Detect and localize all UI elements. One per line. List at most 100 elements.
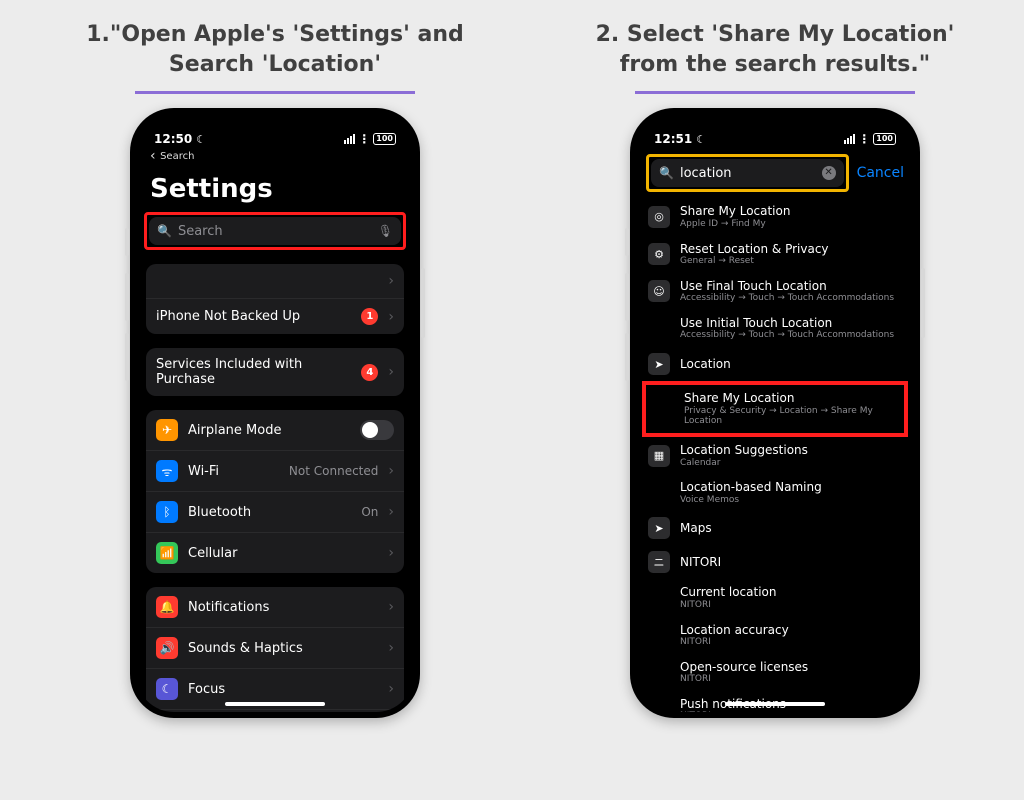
wifi-icon: ᯤ: [156, 460, 178, 482]
sounds-label: Sounds & Haptics: [188, 641, 378, 656]
result-title: NITORI: [680, 555, 721, 569]
nitori-icon: ニ: [648, 551, 670, 573]
notif-group: 🔔 Notifications › 🔊 Sounds & Haptics › ☾…: [146, 587, 404, 712]
result-row[interactable]: Use Initial Touch Location Accessibility…: [636, 310, 914, 347]
bluetooth-icon: ᛒ: [156, 501, 178, 523]
clear-icon[interactable]: ✕: [822, 166, 836, 180]
step-1-title: 1."Open Apple's 'Settings' and Search 'L…: [60, 20, 490, 85]
cellular-icon: 📶: [156, 542, 178, 564]
phone-2-screen: 12:51 ☾ ⋮ 100 🔍 location ✕: [636, 114, 914, 712]
spacer-icon: [652, 398, 674, 420]
result-row[interactable]: ☺ Use Final Touch Location Accessibility…: [636, 273, 914, 310]
result-row[interactable]: Location-based Naming Voice Memos: [636, 474, 914, 511]
result-row[interactable]: Open-source licenses NITORI: [636, 654, 914, 691]
result-row[interactable]: Location accuracy NITORI: [636, 617, 914, 654]
account-row[interactable]: ›: [146, 264, 404, 298]
airplane-row[interactable]: ✈ Airplane Mode: [146, 410, 404, 450]
step-1-title-line1: 1."Open Apple's 'Settings' and: [80, 20, 470, 50]
wifi-icon: ⋮: [358, 132, 370, 146]
result-subtitle: Voice Memos: [680, 495, 822, 506]
result-subtitle: NITORI: [680, 600, 777, 611]
result-title: Use Initial Touch Location: [680, 316, 894, 330]
bluetooth-label: Bluetooth: [188, 505, 351, 520]
phone-1-frame: 12:50 ☾ ⋮ 100 Search Settings 🔍 Search: [130, 108, 420, 718]
result-title: Location Suggestions: [680, 443, 808, 457]
network-group: ✈ Airplane Mode ᯤ Wi-Fi Not Connected › …: [146, 410, 404, 573]
result-row[interactable]: ▦ Location Suggestions Calendar: [636, 437, 914, 474]
spacer-icon: [648, 587, 670, 609]
home-indicator[interactable]: [725, 702, 825, 706]
result-title: Current location: [680, 585, 777, 599]
chevron-right-icon: ›: [388, 273, 394, 289]
result-subtitle: Accessibility → Touch → Touch Accommodat…: [680, 293, 894, 304]
highlight-search-field: 🔍 location ✕: [646, 154, 849, 192]
wifi-row[interactable]: ᯤ Wi-Fi Not Connected ›: [146, 450, 404, 491]
home-indicator[interactable]: [225, 702, 325, 706]
result-title: Use Final Touch Location: [680, 279, 894, 293]
result-title: Location: [680, 357, 731, 371]
focus-moon-icon: ☾: [196, 133, 206, 146]
alerts-group: › iPhone Not Backed Up 1 ›: [146, 264, 404, 334]
airplane-icon: ✈: [156, 419, 178, 441]
backup-alert-label: iPhone Not Backed Up: [156, 309, 351, 324]
notifications-label: Notifications: [188, 600, 378, 615]
result-subtitle: Calendar: [680, 458, 808, 469]
mic-icon[interactable]: 🎙: [378, 224, 393, 238]
status-bar: 12:51 ☾ ⋮ 100: [636, 114, 914, 148]
chevron-right-icon: ›: [388, 463, 394, 479]
result-row-share-my-location[interactable]: Share My Location Privacy & Security → L…: [646, 385, 904, 433]
spacer-icon: [648, 661, 670, 683]
chevron-right-icon: ›: [388, 640, 394, 656]
step-1: 1."Open Apple's 'Settings' and Search 'L…: [60, 20, 490, 718]
search-row: 🔍 location ✕ Cancel: [646, 154, 904, 192]
calendar-icon: ▦: [648, 445, 670, 467]
cancel-button[interactable]: Cancel: [857, 165, 904, 181]
screentime-row[interactable]: ⏳ Screen Time ›: [146, 709, 404, 712]
chevron-right-icon: ›: [388, 364, 394, 380]
highlight-search-field: 🔍 Search 🎙: [144, 212, 406, 250]
result-row[interactable]: ➤ Location: [636, 347, 914, 381]
result-row[interactable]: ⚙ Reset Location & Privacy General → Res…: [636, 236, 914, 273]
result-subtitle: Accessibility → Touch → Touch Accommodat…: [680, 330, 894, 341]
result-title: Share My Location: [684, 391, 898, 405]
cellular-row[interactable]: 📶 Cellular ›: [146, 532, 404, 573]
spacer-icon: [648, 624, 670, 646]
result-row[interactable]: Current location NITORI: [636, 579, 914, 616]
focus-moon-icon: ☾: [696, 133, 706, 146]
search-value: location: [680, 166, 816, 181]
result-row[interactable]: ◎ Share My Location Apple ID → Find My: [636, 198, 914, 235]
wifi-label: Wi-Fi: [188, 464, 279, 479]
step-1-title-line2: Search 'Location': [80, 50, 470, 80]
side-button: [125, 228, 129, 256]
search-icon: 🔍: [659, 166, 674, 180]
result-row[interactable]: ➤ Maps: [636, 511, 914, 545]
backup-alert-row[interactable]: iPhone Not Backed Up 1 ›: [146, 298, 404, 334]
search-input[interactable]: 🔍 Search 🎙: [149, 217, 401, 245]
services-label: Services Included with Purchase: [156, 357, 351, 387]
result-title: Reset Location & Privacy: [680, 242, 829, 256]
signal-icon: [844, 134, 855, 144]
signal-icon: [344, 134, 355, 144]
page-title: Settings: [136, 168, 414, 212]
result-row[interactable]: ニ NITORI: [636, 545, 914, 579]
side-button: [625, 333, 629, 381]
bluetooth-row[interactable]: ᛒ Bluetooth On ›: [146, 491, 404, 532]
wifi-icon: ⋮: [858, 132, 870, 146]
gear-icon: ⚙: [648, 243, 670, 265]
speaker-icon: 🔊: [156, 637, 178, 659]
side-button: [921, 268, 925, 338]
airplane-toggle[interactable]: [360, 420, 394, 440]
chevron-right-icon: ›: [388, 545, 394, 561]
side-button: [421, 268, 425, 338]
status-time: 12:51: [654, 132, 692, 146]
phone-2-frame: 12:51 ☾ ⋮ 100 🔍 location ✕: [630, 108, 920, 718]
wifi-value: Not Connected: [289, 464, 378, 478]
sounds-row[interactable]: 🔊 Sounds & Haptics ›: [146, 627, 404, 668]
search-input[interactable]: 🔍 location ✕: [651, 159, 844, 187]
services-row[interactable]: Services Included with Purchase 4 ›: [146, 348, 404, 396]
status-bar: 12:50 ☾ ⋮ 100: [136, 114, 414, 148]
spacer-icon: [648, 318, 670, 340]
location-icon: ➤: [648, 353, 670, 375]
back-nav[interactable]: Search: [136, 148, 414, 168]
notifications-row[interactable]: 🔔 Notifications ›: [146, 587, 404, 627]
